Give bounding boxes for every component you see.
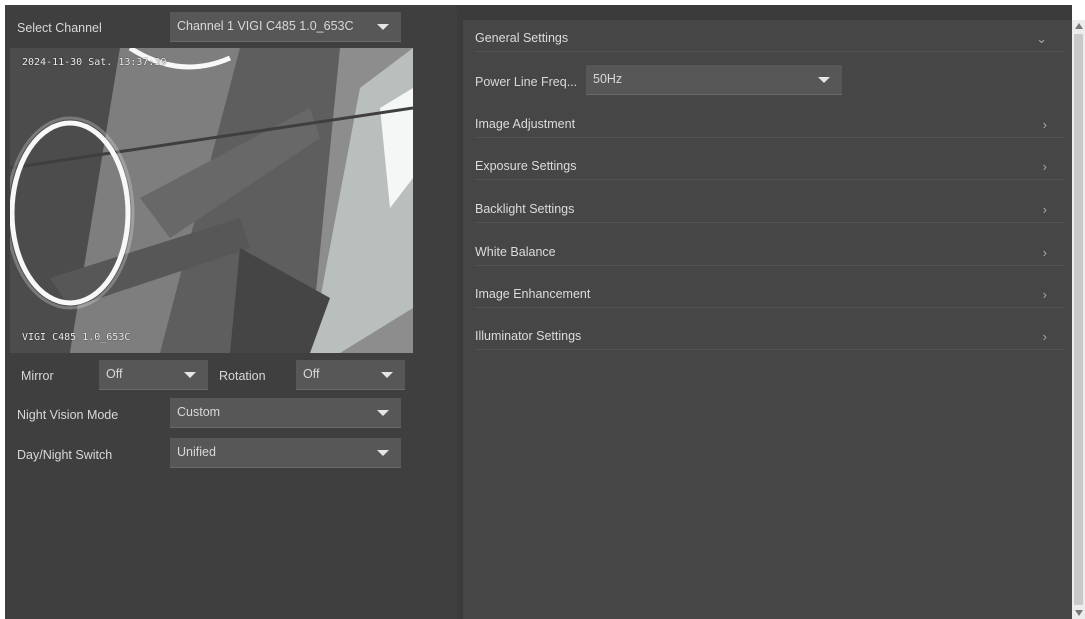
channel-select[interactable]: Channel 1 VIGI C485 1.0_653C: [170, 12, 401, 42]
section-title: Backlight Settings: [475, 202, 575, 216]
chevron-right-icon: ›: [1042, 245, 1047, 260]
caret-down-icon: [184, 372, 196, 378]
video-timestamp: 2024-11-30 Sat. 13:37:39: [22, 57, 167, 68]
section-backlight-settings[interactable]: Backlight Settings ›: [475, 199, 1065, 223]
chevron-right-icon: ›: [1042, 287, 1047, 302]
rotation-label: Rotation: [219, 369, 266, 383]
general-settings-header[interactable]: General Settings ⌄: [475, 28, 1065, 52]
rotation-select[interactable]: Off: [296, 360, 405, 390]
section-title: White Balance: [475, 245, 556, 259]
scroll-down-icon[interactable]: [1075, 610, 1083, 616]
mirror-select-value: Off: [106, 367, 123, 381]
scroll-up-icon[interactable]: [1075, 23, 1083, 29]
camera-scene: [10, 48, 413, 353]
section-title: Image Adjustment: [475, 117, 576, 131]
power-line-select[interactable]: 50Hz: [586, 65, 842, 95]
general-settings-title: General Settings: [475, 31, 569, 45]
channel-select-value: Channel 1 VIGI C485 1.0_653C: [177, 19, 354, 33]
night-vision-select-value: Custom: [177, 405, 221, 419]
video-preview[interactable]: 2024-11-30 Sat. 13:37:39 VIGI C485 1.0_6…: [10, 48, 413, 353]
chevron-right-icon: ›: [1042, 159, 1047, 174]
day-night-label: Day/Night Switch: [17, 448, 113, 462]
section-illuminator-settings[interactable]: Illuminator Settings ›: [475, 326, 1065, 350]
caret-down-icon: [377, 410, 389, 416]
night-vision-select[interactable]: Custom: [170, 398, 401, 428]
section-title: Image Enhancement: [475, 287, 591, 301]
settings-panel: [463, 20, 1072, 619]
caret-down-icon: [381, 372, 393, 378]
power-line-label: Power Line Freq...: [475, 75, 578, 89]
day-night-select-value: Unified: [177, 445, 216, 459]
section-image-adjustment[interactable]: Image Adjustment ›: [475, 114, 1065, 138]
section-white-balance[interactable]: White Balance ›: [475, 242, 1065, 266]
vertical-scrollbar[interactable]: [1072, 20, 1085, 619]
night-vision-label: Night Vision Mode: [17, 408, 119, 422]
mirror-select[interactable]: Off: [99, 360, 208, 390]
chevron-right-icon: ›: [1042, 202, 1047, 217]
section-image-enhancement[interactable]: Image Enhancement ›: [475, 284, 1065, 308]
caret-down-icon: [818, 77, 830, 83]
section-exposure-settings[interactable]: Exposure Settings ›: [475, 156, 1065, 180]
power-line-select-value: 50Hz: [593, 72, 623, 86]
video-camera-name: VIGI C485 1.0_653C: [22, 332, 131, 343]
section-title: Exposure Settings: [475, 159, 577, 173]
chevron-down-icon: ⌄: [1036, 31, 1047, 46]
mirror-label: Mirror: [21, 369, 54, 383]
rotation-select-value: Off: [303, 367, 320, 381]
caret-down-icon: [377, 24, 389, 30]
select-channel-label: Select Channel: [17, 21, 102, 35]
section-title: Illuminator Settings: [475, 329, 582, 343]
scrollbar-thumb[interactable]: [1074, 34, 1083, 605]
caret-down-icon: [377, 450, 389, 456]
day-night-select[interactable]: Unified: [170, 438, 401, 468]
chevron-right-icon: ›: [1042, 117, 1047, 132]
chevron-right-icon: ›: [1042, 329, 1047, 344]
